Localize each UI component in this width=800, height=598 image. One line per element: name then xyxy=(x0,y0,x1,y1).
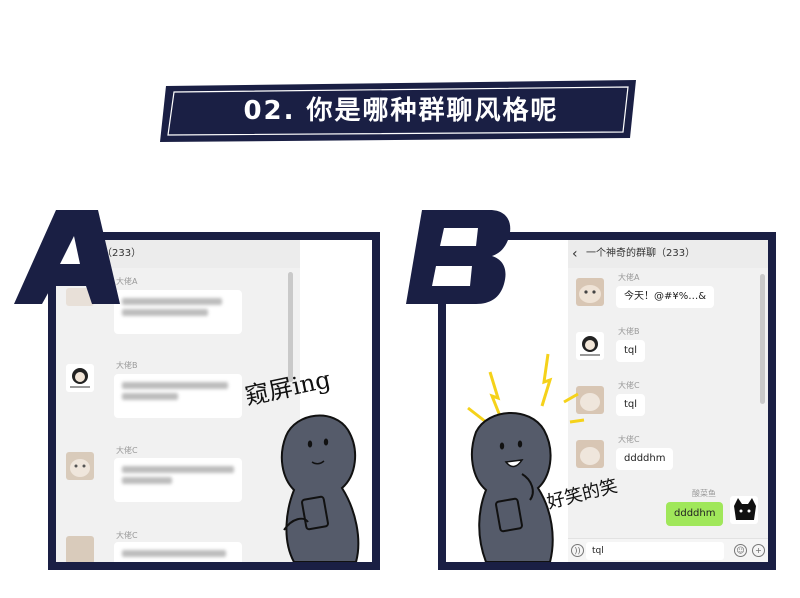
blurred-message-bubble xyxy=(114,374,242,418)
sender-name: 大佬C xyxy=(116,446,138,455)
option-letter-a xyxy=(14,210,120,304)
my-message-bubble: ddddhm xyxy=(666,502,724,526)
message-input[interactable]: tql xyxy=(586,542,724,560)
avatar xyxy=(576,278,604,306)
blurred-message-bubble xyxy=(114,290,242,334)
avatar xyxy=(66,364,94,392)
scrollbar[interactable] xyxy=(760,274,765,404)
blurred-message-bubble xyxy=(114,458,242,502)
peeking-character-illustration xyxy=(280,414,360,562)
page-title: 02. 你是哪种群聊风格呢 xyxy=(243,96,559,126)
emoji-icon[interactable]: ☺ xyxy=(734,544,747,557)
back-arrow-icon[interactable]: ‹ xyxy=(572,240,578,268)
sender-name: 大佬A xyxy=(618,273,640,282)
sender-name: 大佬B xyxy=(116,361,138,370)
blurred-message-bubble xyxy=(114,542,242,562)
my-avatar xyxy=(730,496,758,524)
sender-name: 大佬C xyxy=(618,435,640,444)
message-input-bar: )) tql ☺ + xyxy=(568,538,768,562)
sender-name: 大佬B xyxy=(618,327,640,336)
message-bubble: tql xyxy=(616,394,646,416)
avatar xyxy=(66,536,94,562)
sender-name: 大佬C xyxy=(116,531,138,540)
message-bubble: ddddhm xyxy=(616,448,674,470)
chat-title: 一个神奇的群聊（233） xyxy=(586,248,696,259)
sender-name: 大佬C xyxy=(618,381,640,390)
my-sender-name: 酸菜鱼 xyxy=(692,489,716,498)
add-icon[interactable]: + xyxy=(752,544,765,557)
avatar xyxy=(66,452,94,480)
message-bubble: tql xyxy=(616,340,646,362)
chat-header: ‹ 一个神奇的群聊（233） xyxy=(568,240,768,268)
title-banner: 02. 你是哪种群聊风格呢 xyxy=(160,78,642,144)
laughing-character-illustration xyxy=(467,353,585,562)
message-bubble: 今天！@#¥%…& xyxy=(616,286,715,308)
option-letter-b xyxy=(406,210,511,304)
chat-window-b: ‹ 一个神奇的群聊（233） 大佬A 今天！@#¥%…& 大佬B tql 大佬C… xyxy=(568,240,768,562)
